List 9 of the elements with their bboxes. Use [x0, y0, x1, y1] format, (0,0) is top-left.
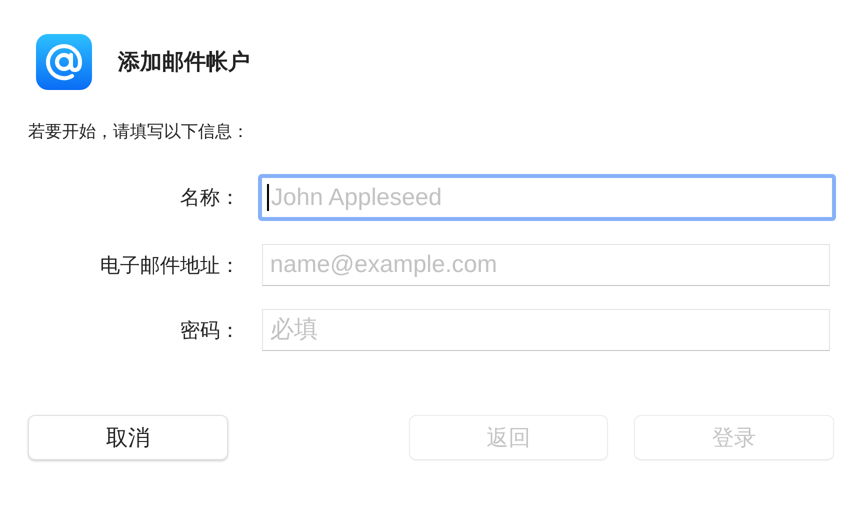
field-label: 密码： [179, 316, 240, 344]
field-label: 名称： [179, 184, 240, 211]
intro-text: 若要开始，请填写以下信息： [28, 121, 250, 143]
dialog-title: 添加邮件帐户 [118, 49, 250, 77]
input-field[interactable]: John Appleseed [258, 174, 836, 221]
field-label: 电子邮件地址： [99, 252, 240, 278]
cancel-button[interactable]: 取消 [28, 415, 228, 460]
text-cursor [267, 184, 269, 211]
at-sign-icon [36, 34, 92, 90]
